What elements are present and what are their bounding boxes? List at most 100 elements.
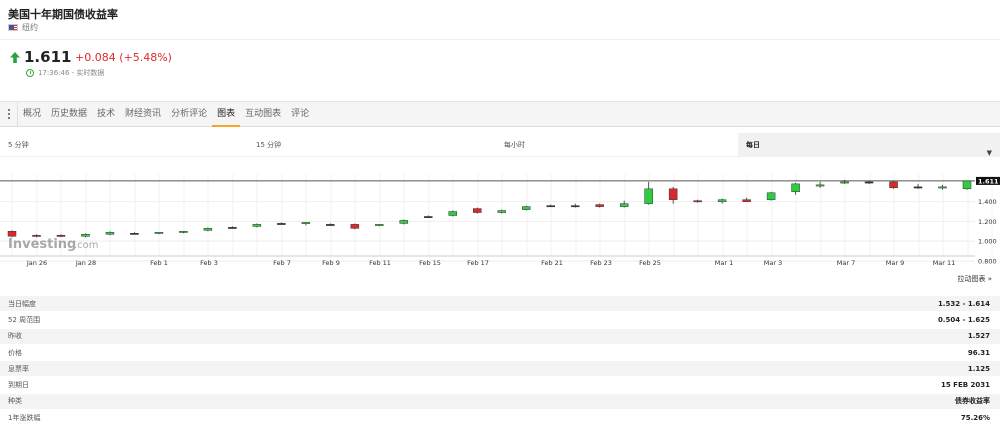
candle-body [521, 206, 531, 210]
stat-row: 息票率 1.125 [0, 361, 1000, 378]
stat-row: 种类 债券收益率 [0, 393, 1000, 411]
candle-body [203, 228, 213, 231]
stat-row: 到期日 15 FEB 2031 [0, 377, 1000, 394]
stat-row: 1年涨跌幅 75.26% [0, 410, 1000, 426]
candlestick-chart[interactable]: 1.400 1.200 1.000 0.800 1.611 Investing.com Ja… [0, 160, 1000, 272]
stat-label: 昨收 [8, 332, 22, 341]
up-arrow-icon [10, 52, 20, 63]
stat-value: 0.504 - 1.625 [937, 315, 990, 324]
candle-body [791, 183, 800, 193]
investing-watermark: Investing [8, 237, 76, 252]
tab-comments[interactable]: 评论 [286, 101, 314, 127]
candle-body [277, 223, 286, 225]
tab-chart[interactable]: 图表 [212, 101, 241, 127]
price-change-pct: (+5.48%) [119, 51, 172, 64]
candle-body [717, 199, 727, 202]
stat-value: 96.31 [967, 348, 990, 357]
stat-row: 价格 96.31 [0, 345, 1000, 362]
candle-body [742, 199, 751, 202]
candle-body [644, 188, 653, 204]
y-tick-label: 1.400 [978, 198, 997, 206]
candle-body [766, 192, 776, 200]
instrument-title: 美国十年期国债收益率 [8, 8, 118, 21]
interval-daily[interactable]: 每日 ▼ [738, 133, 1000, 157]
interval-15m[interactable]: 15 分钟 [248, 133, 496, 157]
candle-body [938, 186, 947, 189]
stat-label: 1年涨跌幅 [8, 413, 41, 422]
stat-row: 当日幅度 1.532 - 1.614 [0, 296, 1000, 313]
candle-body [32, 235, 41, 237]
x-tick-label: Jan 28 [75, 259, 96, 267]
interval-hourly[interactable]: 每小时 [496, 133, 738, 157]
candle-body [130, 233, 139, 235]
drag-chart-link[interactable]: 拉动图表 » [957, 274, 992, 284]
last-price: 1.611 [24, 48, 72, 66]
stat-row: 52 周范围 0.504 - 1.625 [0, 312, 1000, 329]
stat-value: 15 FEB 2031 [941, 381, 990, 390]
candle-body [7, 231, 17, 237]
candle-body [81, 234, 90, 237]
candle-body [840, 181, 849, 184]
candle-body [497, 210, 506, 213]
candle-body [595, 204, 604, 207]
tab-interactive-chart[interactable]: 互动图表 [240, 101, 286, 127]
stats-table: 当日幅度 1.532 - 1.614 52 周范围 0.504 - 1.625 昨收… [0, 296, 1000, 426]
tab-analysis[interactable]: 分析评论 [166, 101, 212, 127]
x-tick-label: Feb 15 [419, 259, 441, 267]
candle-body [889, 181, 898, 189]
interval-daily-label: 每日 [746, 141, 760, 149]
tab-news[interactable]: 财经资讯 [120, 101, 166, 127]
more-menu-icon[interactable] [0, 101, 18, 127]
stat-value: 1.532 - 1.614 [937, 299, 990, 308]
candle-body [375, 224, 384, 226]
x-tick-label: Mar 1 [715, 259, 733, 267]
interval-5m[interactable]: 5 分钟 [0, 133, 248, 157]
candle-body [570, 205, 580, 208]
candle-body [815, 184, 825, 187]
candle-body [301, 222, 311, 224]
x-tick-label: Mar 11 [933, 259, 956, 267]
candle-body [473, 208, 482, 213]
quote-block: 1.611 +0.084 (+5.48%) 17:36:46 - 实时数据 [8, 48, 408, 88]
stat-label: 息票率 [8, 364, 29, 373]
price-change: +0.084 (+5.48%) [75, 51, 172, 64]
price-change-abs: +0.084 [75, 51, 116, 64]
investing-watermark-suffix: .com [74, 240, 99, 251]
section-tabs: 概况 历史数据 技术 财经资讯 分析评论 图表 互动图表 评论 [0, 101, 1000, 127]
x-tick-label: Feb 7 [273, 259, 291, 267]
x-tick-label: Mar 3 [764, 259, 782, 267]
price-chart[interactable]: 1.400 1.200 1.000 0.800 1.611 Investing .com Ja… [0, 160, 1000, 272]
candle-body [56, 235, 66, 237]
instrument-region: 纽约 [8, 22, 38, 33]
candle-body [913, 186, 923, 189]
candle-body [350, 224, 360, 229]
x-tick-label: Feb 1 [150, 259, 168, 267]
stat-label: 到期日 [8, 381, 29, 390]
stat-value: 1.527 [967, 332, 990, 341]
interval-selector: 5 分钟 15 分钟 每小时 每日 ▼ [0, 133, 1000, 157]
x-tick-label: Feb 21 [541, 259, 563, 267]
stat-label: 价格 [8, 348, 22, 357]
candle-body [154, 232, 164, 234]
x-tick-label: Feb 9 [322, 259, 340, 267]
tab-technical[interactable]: 技术 [92, 101, 120, 127]
x-tick-label: Feb 17 [467, 259, 489, 267]
candle-body [424, 216, 433, 218]
y-tick-label: 1.000 [978, 238, 997, 246]
y-tick-label: 0.800 [978, 257, 997, 265]
candle-body [448, 211, 458, 216]
candle-body [399, 220, 409, 224]
stat-label: 当日幅度 [8, 299, 36, 308]
quote-time-label: 17:36:46 - 实时数据 [38, 69, 105, 77]
candle-body [252, 224, 262, 227]
stat-value: 75.26% [960, 413, 990, 422]
x-tick-label: Feb 3 [200, 259, 218, 267]
tab-historical-data[interactable]: 历史数据 [46, 101, 92, 127]
current-price-label: 1.611 [978, 177, 999, 185]
us-flag-icon [8, 24, 18, 31]
stat-value: 1.125 [967, 364, 990, 373]
x-tick-label: Jan 26 [26, 259, 47, 267]
candle-body [864, 181, 874, 184]
candle-body [179, 231, 188, 233]
tab-overview[interactable]: 概况 [18, 101, 46, 127]
